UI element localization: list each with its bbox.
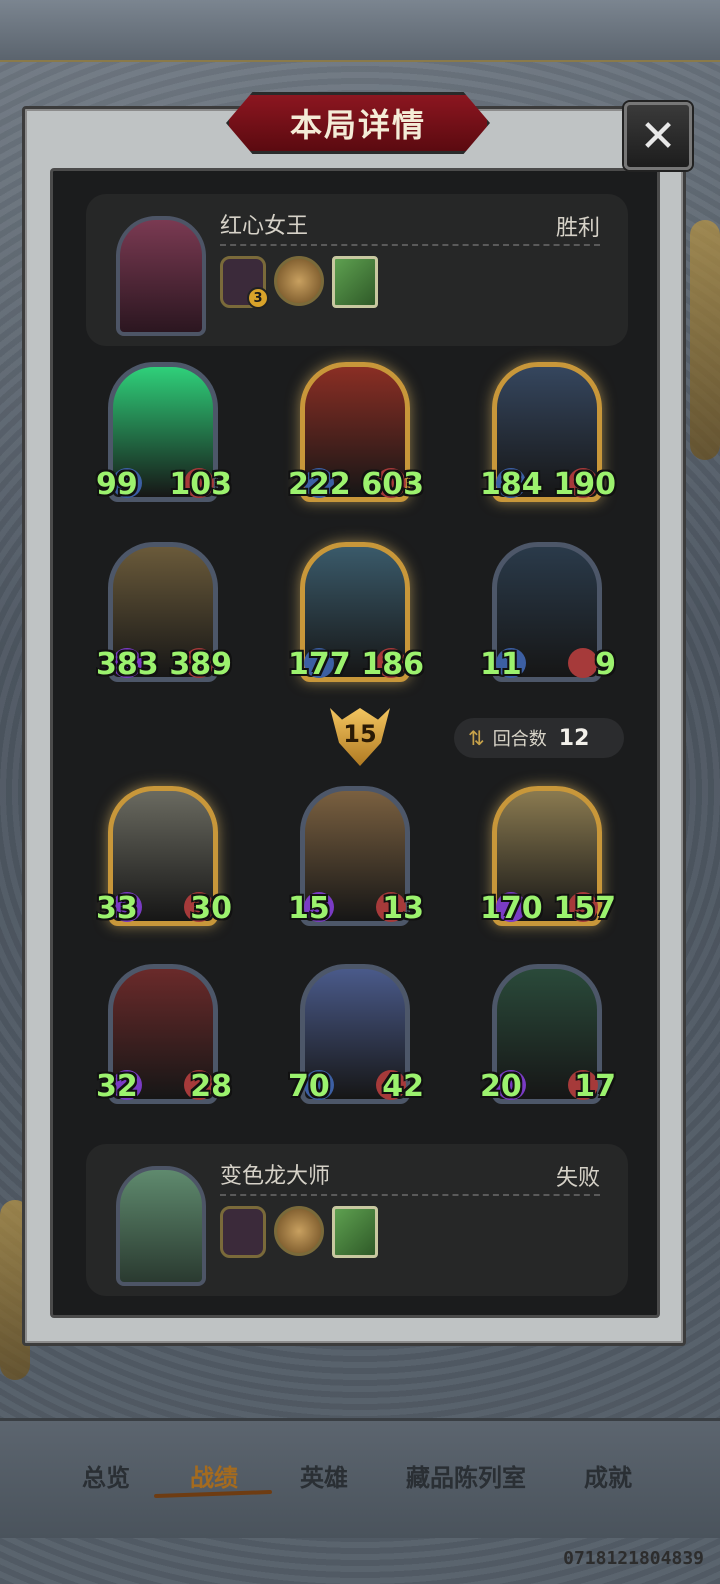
top-unit-card[interactable]: 222 603	[288, 358, 424, 508]
dragon-decoration-icon	[690, 220, 720, 460]
nav-overview[interactable]: 总览	[82, 1458, 130, 1493]
unit-attack: 99	[96, 467, 138, 502]
coin-icon[interactable]	[274, 1206, 324, 1256]
nav-collection[interactable]: 藏品陈列室	[406, 1458, 526, 1493]
unit-health: 103	[169, 467, 232, 502]
bottom-player-items	[220, 1206, 378, 1258]
unit-attack: 222	[288, 467, 351, 502]
tavern-level: 15	[343, 720, 377, 748]
top-player-name: 红心女王	[220, 214, 309, 239]
nav-achievements[interactable]: 成就	[584, 1458, 632, 1493]
unit-attack: 32	[96, 1069, 138, 1104]
unit-attack: 184	[480, 467, 543, 502]
unit-health: 30	[190, 891, 232, 926]
footer-id: 0718121804839	[563, 1548, 704, 1569]
unit-attack: 383	[96, 647, 159, 682]
unit-health: 28	[190, 1069, 232, 1104]
unit-health: 186	[361, 647, 424, 682]
spellbook-icon[interactable]	[332, 1206, 378, 1258]
top-strip	[0, 0, 720, 62]
unit-health: 13	[382, 891, 424, 926]
nav-heroes[interactable]: 英雄	[300, 1458, 348, 1493]
unit-health: 190	[553, 467, 616, 502]
dialog-title-plate: 本局详情	[226, 92, 490, 154]
bottom-unit-card[interactable]: 70 42	[288, 960, 424, 1110]
dialog-title: 本局详情	[289, 106, 426, 144]
top-unit-card[interactable]: 177 186	[288, 538, 424, 688]
top-player-card: 红心女王 胜利 3	[86, 194, 628, 346]
bottom-unit-card[interactable]: 32 28	[96, 960, 232, 1110]
swap-icon: ⇅	[468, 726, 485, 750]
unit-health: 17	[574, 1069, 616, 1104]
unit-attack: 20	[480, 1069, 522, 1104]
hero-token-badge: 3	[247, 287, 269, 309]
top-player-items: 3	[220, 256, 378, 309]
close-button[interactable]: ✕	[624, 102, 692, 170]
top-unit-card[interactable]: 184 190	[480, 358, 616, 508]
close-icon: ✕	[639, 110, 677, 162]
divider	[220, 1194, 600, 1196]
unit-health: 9	[595, 647, 616, 682]
nav-records[interactable]: 战绩	[190, 1458, 238, 1493]
bottom-unit-card[interactable]: 15 13	[288, 782, 424, 932]
top-player-avatar[interactable]	[116, 216, 206, 336]
unit-health: 603	[361, 467, 424, 502]
unit-attack: 170	[480, 891, 543, 926]
unit-health: 42	[382, 1069, 424, 1104]
top-unit-card[interactable]: 11 9	[480, 538, 616, 688]
health-gem-icon	[568, 648, 598, 678]
divider	[220, 244, 600, 246]
unit-health: 389	[169, 647, 232, 682]
hero-token-icon[interactable]: 3	[220, 256, 269, 309]
bottom-player-name: 变色龙大师	[220, 1164, 331, 1189]
round-label: 回合数	[492, 729, 547, 750]
bottom-unit-card[interactable]: 33 30	[96, 782, 232, 932]
unit-attack: 11	[480, 647, 522, 682]
unit-health: 157	[553, 891, 616, 926]
unit-attack: 70	[288, 1069, 330, 1104]
bottom-unit-card[interactable]: 20 17	[480, 960, 616, 1110]
hero-token-icon[interactable]	[220, 1206, 266, 1258]
top-unit-card[interactable]: 99 103	[96, 358, 232, 508]
spellbook-icon[interactable]	[332, 256, 378, 308]
bottom-unit-card[interactable]: 170 157	[480, 782, 616, 932]
round-counter: ⇅ 回合数 12	[454, 718, 624, 758]
coin-icon[interactable]	[274, 256, 324, 306]
unit-attack: 15	[288, 891, 330, 926]
unit-attack: 177	[288, 647, 351, 682]
bottom-player-result: 失败	[555, 1166, 600, 1191]
bottom-player-avatar[interactable]	[116, 1166, 206, 1286]
unit-attack: 33	[96, 891, 138, 926]
round-value: 12	[558, 725, 590, 751]
top-player-result: 胜利	[555, 216, 600, 241]
bottom-player-card: 变色龙大师 失败	[86, 1144, 628, 1296]
top-unit-card[interactable]: 383 389	[96, 538, 232, 688]
